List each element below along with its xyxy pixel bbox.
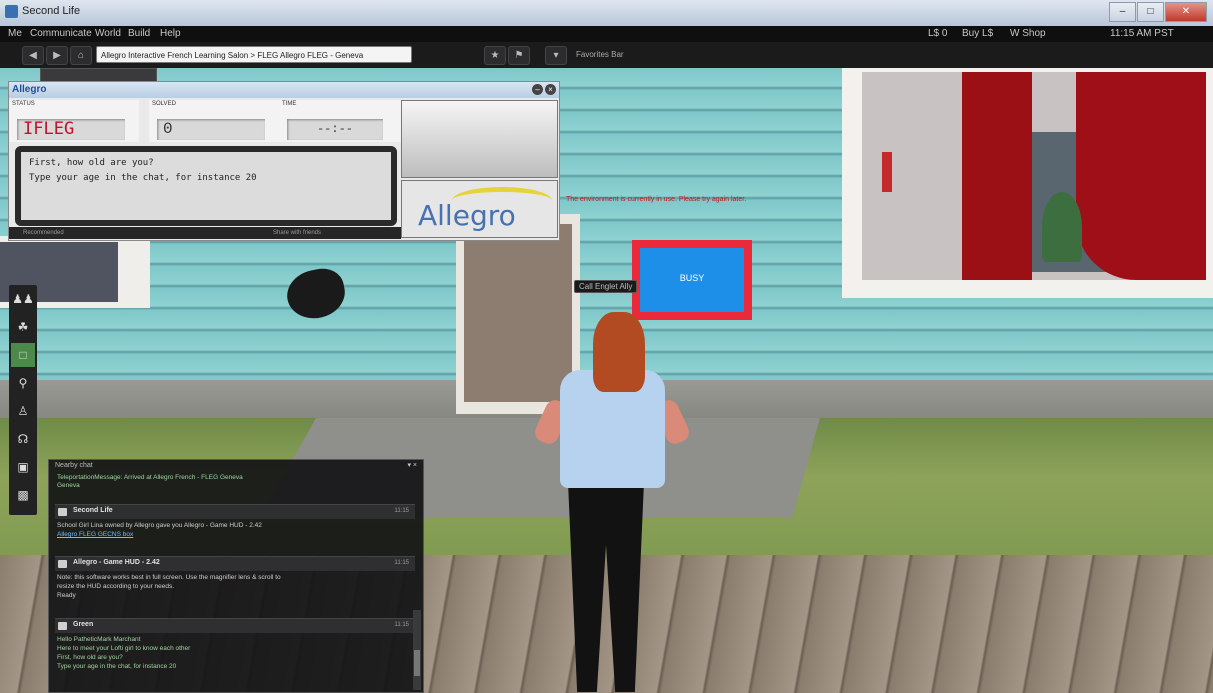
- snapshot-icon[interactable]: ▣: [11, 455, 35, 479]
- menu-build[interactable]: Build: [128, 28, 150, 39]
- chat-line: First, how old are you?: [57, 654, 123, 661]
- object-icon: [58, 560, 67, 568]
- hud-logo: Allegro: [12, 84, 47, 95]
- chat-time: 11:15: [394, 560, 409, 566]
- object-icon: [58, 622, 67, 630]
- home-icon[interactable]: ⌂: [70, 46, 92, 65]
- window-titlebar: Second Life – □ ✕: [0, 0, 1213, 26]
- status-field: STATUS IFLEG: [9, 100, 139, 142]
- avatar-head[interactable]: [593, 312, 645, 392]
- prompt-line-2: Type your age in the chat, for instance …: [29, 173, 257, 183]
- chat-message-header: Green 11:15: [55, 618, 415, 633]
- chat-scrollbar[interactable]: [413, 610, 421, 690]
- chat-intro-line: Geneva: [57, 482, 80, 489]
- menu-me[interactable]: Me: [8, 28, 22, 39]
- parcel-info-icon[interactable]: ⚑: [508, 46, 530, 65]
- outfit-icon[interactable]: ☘: [11, 315, 35, 339]
- chat-header: Nearby chat ▾ ×: [49, 460, 423, 472]
- chat-intro-line: TeleportationMessage: Arrived at Allegro…: [57, 474, 243, 481]
- chat-sender[interactable]: Green: [73, 621, 93, 628]
- time-label: TIME: [282, 101, 297, 107]
- hud-minimize-icon[interactable]: –: [532, 84, 543, 95]
- chat-line: Type your age in the chat, for instance …: [57, 663, 177, 670]
- plant: [1042, 192, 1082, 262]
- status-value: IFLEG: [17, 119, 125, 140]
- hover-tip: Call Englet Ally: [574, 280, 638, 293]
- hud-close-icon[interactable]: ×: [545, 84, 556, 95]
- forward-icon[interactable]: ▶: [46, 46, 68, 65]
- hud-titlebar: Allegro – ×: [9, 82, 559, 98]
- navigation-bar: ◀ ▶ ⌂ Allegro Interactive French Learnin…: [0, 42, 1213, 69]
- left-toolbar: ♟♟ ☘ □ ⚲ ♙ ☊ ▣ ▩: [9, 285, 37, 515]
- chat-line: Hello PatheticMark Marchant: [57, 636, 141, 643]
- buy-currency-link[interactable]: Buy L$: [962, 28, 993, 39]
- busy-sign[interactable]: BUSY: [632, 240, 752, 320]
- chat-line: Note: this software works best in full s…: [57, 574, 281, 581]
- solved-field: SOLVED 0: [149, 100, 279, 142]
- chat-message-header: Second Life 11:15: [55, 504, 415, 519]
- headset-icon[interactable]: ☊: [11, 427, 35, 451]
- chat-time: 11:15: [394, 508, 409, 514]
- hud-prompt: First, how old are you? Type your age in…: [15, 146, 397, 226]
- nearby-chat-window: Nearby chat ▾ × TeleportationMessage: Ar…: [48, 459, 424, 693]
- hud-brand-panel: Allegro: [401, 180, 558, 238]
- nav-dropdown-icon[interactable]: ▾: [545, 46, 567, 65]
- hud-footer: Recommended Share with friends: [9, 227, 401, 239]
- chat-line: Ready: [57, 592, 76, 599]
- chat-sender[interactable]: Second Life: [73, 507, 113, 514]
- maximize-button[interactable]: □: [1137, 2, 1164, 22]
- person-icon[interactable]: ♙: [11, 399, 35, 423]
- chat-line: resize the HUD according to your needs.: [57, 583, 175, 590]
- prompt-line-1: First, how old are you?: [29, 158, 154, 168]
- time-value: --:--: [287, 119, 383, 140]
- lamp: [882, 152, 892, 192]
- curtain-left: [962, 72, 1032, 280]
- chat-sender[interactable]: Allegro - Game HUD - 2.42: [73, 559, 160, 566]
- curtain-right: [1076, 72, 1206, 280]
- info-icon: [58, 508, 67, 516]
- people-icon[interactable]: ♟♟: [11, 287, 35, 311]
- busy-label: BUSY: [640, 248, 744, 312]
- minimize-button[interactable]: –: [1109, 2, 1136, 22]
- solved-label: SOLVED: [152, 101, 176, 107]
- close-window-button[interactable]: ✕: [1165, 2, 1207, 22]
- clock-label: 11:15 AM PST: [1110, 28, 1174, 39]
- right-window: [842, 68, 1213, 298]
- chat-link[interactable]: Allegro FLEG GECNS box: [57, 531, 133, 538]
- chat-time: 11:15: [394, 622, 409, 628]
- time-field: TIME --:--: [279, 100, 401, 142]
- chat-line: Here to meet your Lofti girl to know eac…: [57, 645, 191, 652]
- hud-footer-left[interactable]: Recommended: [23, 227, 64, 239]
- balance-label: L$ 0: [928, 28, 948, 39]
- scene-status-message: The environment is currently in use. Ple…: [566, 196, 747, 203]
- location-input[interactable]: Allegro Interactive French Learning Salo…: [96, 46, 412, 63]
- chat-message-header: Allegro - Game HUD - 2.42 11:15: [55, 556, 415, 571]
- hud-brand-text: Allegro: [418, 199, 516, 232]
- favorites-bar-label: Favorites Bar: [576, 50, 624, 59]
- menu-world[interactable]: World: [95, 28, 121, 39]
- solved-value: 0: [157, 119, 265, 140]
- status-label: STATUS: [12, 101, 35, 107]
- app-icon: [5, 5, 18, 18]
- search-icon[interactable]: ⚲: [11, 371, 35, 395]
- menu-help[interactable]: Help: [160, 28, 181, 39]
- chat-close-icon[interactable]: ▾ ×: [407, 460, 417, 472]
- menu-bar: Me Communicate World Build Help L$ 0 Buy…: [0, 26, 1213, 42]
- menu-communicate[interactable]: Communicate: [30, 28, 92, 39]
- back-icon[interactable]: ◀: [22, 46, 44, 65]
- window-title: Second Life: [22, 5, 81, 17]
- hud-side-panel: [401, 100, 558, 178]
- chat-title: Nearby chat: [55, 462, 93, 469]
- game-hud: Allegro – × STATUS IFLEG SOLVED 0 TIME -…: [8, 81, 560, 241]
- camera-icon[interactable]: ▩: [11, 483, 35, 507]
- landmark-icon[interactable]: ★: [484, 46, 506, 65]
- chat-line: School Girl Lina owned by Allegro gave y…: [57, 522, 262, 529]
- shop-link[interactable]: W Shop: [1010, 28, 1046, 39]
- hud-footer-right[interactable]: Share with friends: [273, 227, 321, 239]
- chat-icon[interactable]: □: [11, 343, 35, 367]
